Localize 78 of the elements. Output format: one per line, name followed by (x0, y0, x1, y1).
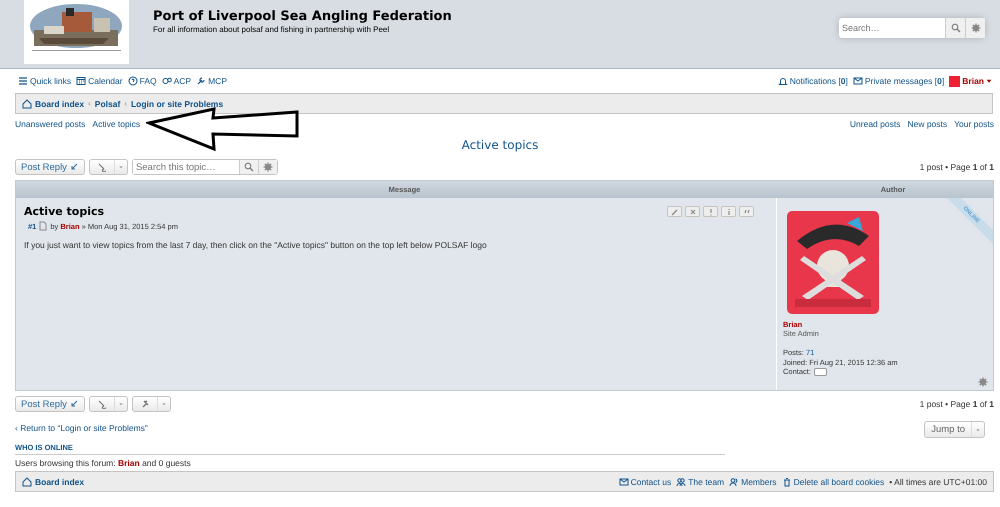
nav-link[interactable]: Quick links (18, 76, 72, 86)
post-reply-button[interactable]: Post Reply (15, 396, 85, 412)
home-icon (22, 476, 32, 486)
info-button[interactable] (721, 206, 736, 217)
pagination-text: 1 post • Page 1 of 1 (920, 162, 994, 172)
quick-link[interactable]: Your posts (954, 118, 994, 130)
site-description: For all information about polsaf and fishing in partnership with Peel (153, 25, 390, 34)
bell-icon (778, 76, 788, 86)
post-reply-button[interactable]: Post Reply (15, 159, 85, 175)
timezone-text: • All times are UTC+01:00 (889, 476, 987, 486)
contact-dropdown[interactable] (814, 368, 827, 376)
quick-link[interactable]: Unanswered posts (15, 118, 86, 130)
footer-link[interactable]: Delete all board cookies (782, 476, 884, 486)
moderation-dropdown[interactable] (132, 396, 171, 412)
online-users-text: Users browsing this forum: Brian and 0 guests (14, 457, 192, 467)
menu-icon (18, 76, 28, 86)
edit-button[interactable] (667, 206, 682, 217)
reply-arrow-icon (68, 399, 79, 409)
wrench-icon (96, 399, 107, 409)
people-icon (729, 476, 740, 486)
quick-link[interactable]: New posts (907, 118, 948, 130)
nav-link[interactable]: Calendar (76, 76, 123, 86)
separator-icon: ‹ (88, 99, 91, 108)
breadcrumb-link[interactable]: Board index (22, 98, 84, 108)
return-link[interactable]: ‹ Return to “Login or site Problems” (15, 423, 148, 433)
envelope-icon (852, 76, 863, 86)
gears-icon (162, 76, 172, 86)
post-title: Active topics (24, 205, 104, 218)
search-field[interactable]: Search… (839, 18, 945, 38)
search-box[interactable]: Search… (839, 18, 985, 38)
settings-icon (262, 162, 273, 172)
delete-button[interactable] (685, 206, 700, 217)
post-icon (38, 221, 48, 231)
tools-dropdown[interactable] (88, 159, 128, 175)
help-icon (128, 76, 138, 86)
pagination-text: 1 post • Page 1 of 1 (920, 399, 994, 409)
footer-link[interactable]: The team (676, 476, 724, 486)
wrench-icon (96, 162, 107, 172)
search-icon (244, 162, 254, 172)
page-title: Active topics (460, 138, 540, 154)
envelope-icon (618, 476, 629, 486)
search-box[interactable]: Search this topic… (132, 159, 278, 175)
team-icon (676, 476, 686, 486)
post-body: If you just want to view topics from the last 7 day, then click on the "Active topics" button on the top left below POLSAF logo (24, 240, 488, 250)
site-title: Port of Liverpool Sea Angling Federation (153, 9, 453, 24)
search-button[interactable] (945, 18, 965, 38)
wrench-icon (196, 76, 206, 86)
jump-to-dropdown[interactable]: Jump to (924, 421, 985, 438)
search-button[interactable] (238, 160, 258, 174)
tools-dropdown[interactable] (88, 396, 128, 412)
breadcrumb-link[interactable]: Board index (22, 476, 84, 486)
nav-link[interactable]: Private messages [0] (852, 76, 944, 86)
avatar-icon (949, 76, 960, 86)
settings-icon (978, 377, 988, 387)
footer-link[interactable]: Members (729, 476, 777, 486)
settings-button[interactable] (258, 160, 277, 174)
calendar-icon (76, 76, 86, 86)
report-button[interactable] (703, 206, 718, 217)
search-icon (950, 23, 960, 33)
nav-link[interactable]: ACP (162, 76, 192, 86)
quick-link[interactable]: Active topics (92, 118, 140, 130)
footer-link[interactable]: Contact us (618, 476, 672, 486)
nav-link[interactable]: FAQ (128, 76, 157, 86)
breadcrumb-link[interactable]: Polsaf (94, 98, 120, 108)
trash-icon (782, 476, 792, 486)
home-icon (22, 98, 32, 108)
settings-icon (970, 23, 980, 33)
reply-arrow-icon (68, 162, 79, 172)
user-menu[interactable]: Brian (949, 76, 992, 86)
quick-link[interactable]: Unread posts (850, 118, 900, 130)
separator-icon: ‹ (124, 99, 127, 108)
breadcrumb-link[interactable]: Login or site Problems (130, 98, 224, 108)
close-icon (688, 206, 698, 216)
nav-link[interactable]: Notifications [0] (778, 76, 848, 86)
nav-link[interactable]: MCP (196, 76, 227, 86)
settings-button[interactable] (965, 18, 985, 38)
quote-button[interactable] (739, 206, 754, 217)
pencil-icon (670, 206, 680, 216)
